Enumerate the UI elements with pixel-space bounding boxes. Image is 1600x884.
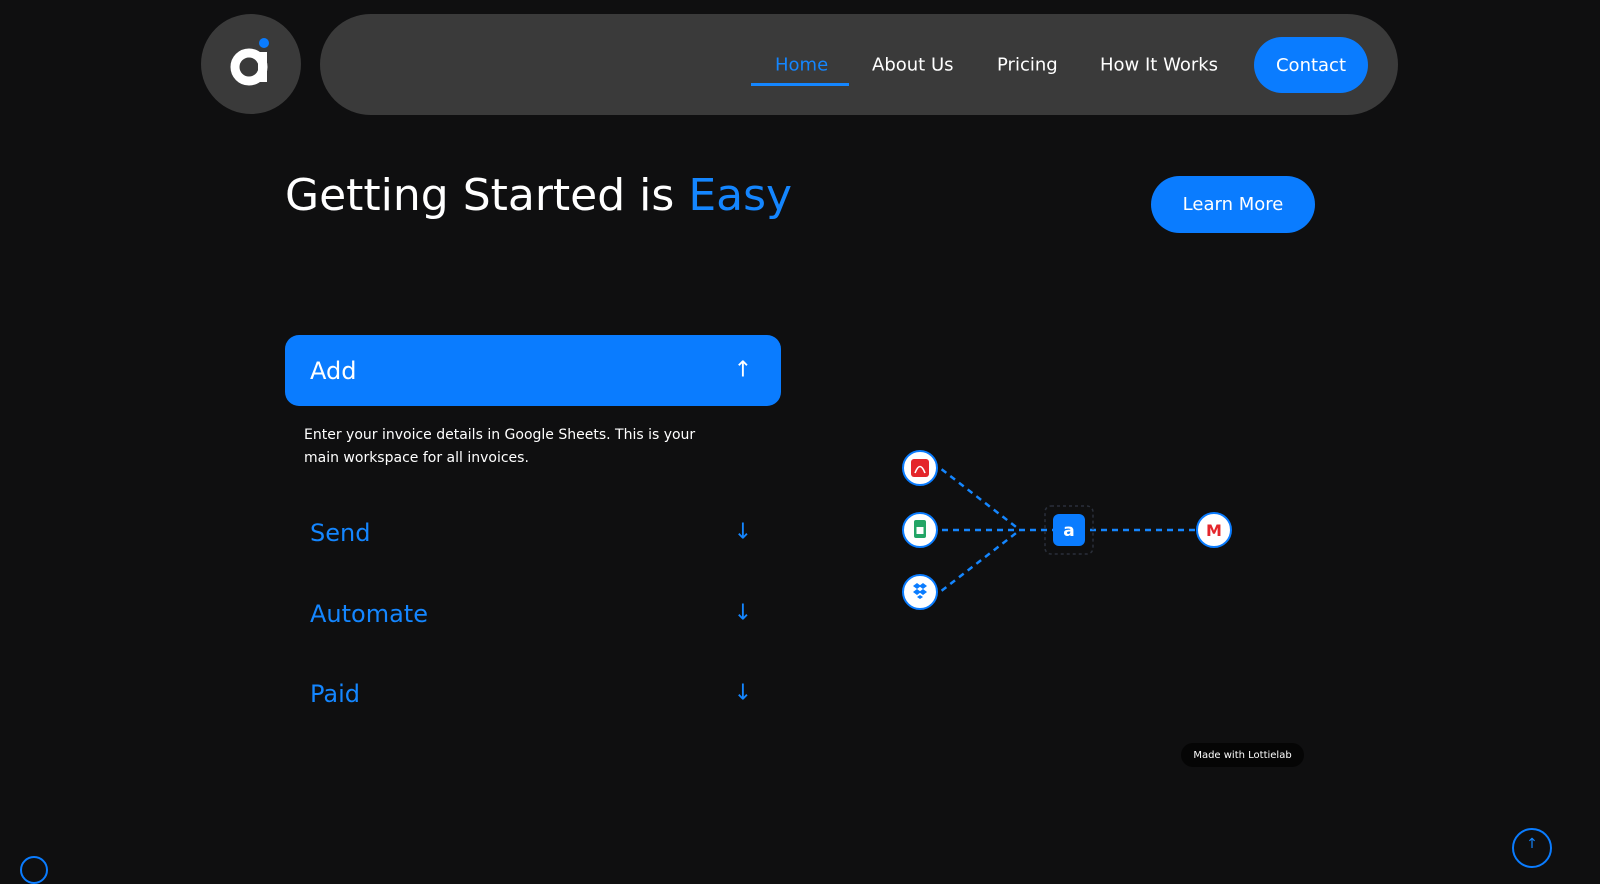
nav-item-home[interactable]: Home xyxy=(775,55,828,76)
nav-item-about-us[interactable]: About Us xyxy=(872,55,954,76)
step-paid-title[interactable]: Paid xyxy=(310,680,360,708)
step-add-description: Enter your invoice details in Google She… xyxy=(304,427,696,466)
arrow-down-icon[interactable]: ↓ xyxy=(734,681,752,706)
title-accent: Easy xyxy=(688,170,793,221)
gmail-icon: M xyxy=(1196,512,1232,548)
made-with-lottielab-badge[interactable]: Made with Lottielab xyxy=(1181,743,1304,767)
arrow-up-icon: ↑ xyxy=(1526,836,1538,852)
step-add-title: Add xyxy=(310,357,357,385)
nav-item-how-it-works[interactable]: How It Works xyxy=(1100,55,1218,76)
logo[interactable] xyxy=(201,14,301,114)
dropbox-icon xyxy=(902,574,938,610)
nav-item-pricing[interactable]: Pricing xyxy=(997,55,1058,76)
arrow-up-icon[interactable]: ↑ xyxy=(734,358,752,383)
workflow-diagram: a M xyxy=(902,450,1232,610)
scroll-to-top-button[interactable]: ↑ xyxy=(1512,828,1552,868)
step-send-title[interactable]: Send xyxy=(310,519,370,547)
step-add-header[interactable] xyxy=(285,335,781,406)
hub-letter: a xyxy=(1063,521,1074,541)
contact-button[interactable]: Contact xyxy=(1254,37,1368,93)
logo-mark-icon xyxy=(230,38,269,86)
gmail-letter: M xyxy=(1206,521,1222,540)
nav-active-indicator xyxy=(751,83,849,86)
arrow-down-icon[interactable]: ↓ xyxy=(734,520,752,545)
step-automate-title[interactable]: Automate xyxy=(310,600,428,628)
title-main: Getting Started is xyxy=(285,170,689,221)
arrow-down-icon[interactable]: ↓ xyxy=(734,601,752,626)
learn-more-button[interactable]: Learn More xyxy=(1151,176,1315,233)
pdf-icon xyxy=(902,450,938,486)
nav-bar xyxy=(320,14,1398,115)
page-title: Getting Started is Easy xyxy=(285,170,792,221)
corner-widget[interactable] xyxy=(20,856,48,884)
google-sheets-icon xyxy=(902,512,938,548)
